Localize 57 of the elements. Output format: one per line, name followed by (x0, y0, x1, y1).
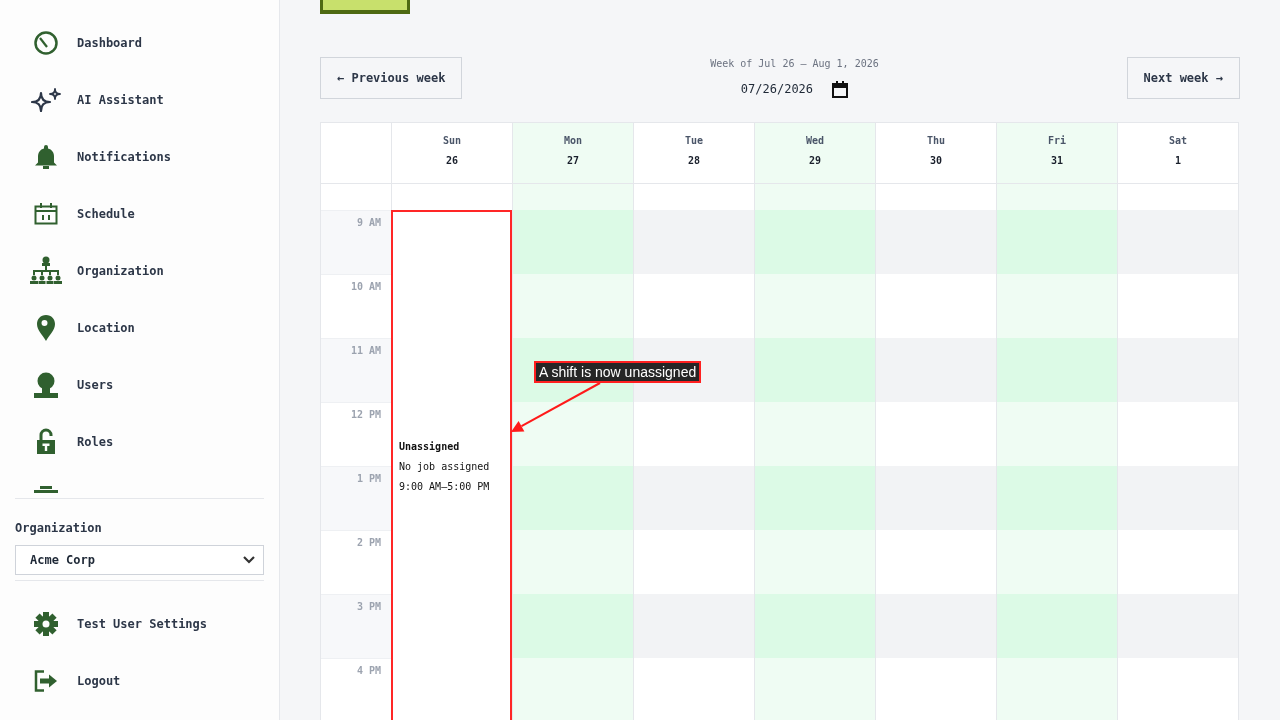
shift-title: Unassigned (399, 439, 461, 454)
organization-select[interactable]: Acme Corp (15, 545, 264, 575)
bell-icon (34, 144, 58, 169)
date-field[interactable]: 07/26/2026 (740, 79, 849, 99)
calendar-icon (34, 202, 58, 225)
day-date: 27 (566, 155, 579, 167)
day-name: Sat (1168, 135, 1188, 147)
time-label: 1 PM (356, 473, 381, 484)
logout-icon (34, 669, 58, 692)
day-date: 28 (687, 155, 700, 167)
nav-link[interactable]: Roles (0, 413, 279, 470)
shift-card[interactable]: Unassigned No job assigned 9:00 AM–5:00 PM (391, 210, 512, 720)
day-name: Sun (442, 135, 462, 147)
settings-icon (34, 611, 58, 636)
previous-week-button[interactable]: ← Previous week (320, 57, 463, 99)
nav-link[interactable]: Notifications (0, 128, 279, 185)
day-name: Fri (1047, 135, 1067, 147)
time-label: 2 PM (356, 537, 381, 548)
sparkle-icon (31, 87, 61, 112)
week-range-label: Week of Jul 26 – Aug 1, 2026 (710, 58, 879, 70)
day-date: 30 (929, 155, 942, 167)
day-name: Thu (926, 135, 946, 147)
nav-link[interactable]: Dashboard (0, 14, 279, 71)
nav-link[interactable]: Test User Settings (0, 595, 279, 652)
nav-link[interactable]: Schedule (0, 185, 279, 242)
nav-link[interactable]: AI Assistant (0, 71, 279, 128)
partial-button[interactable] (320, 0, 410, 14)
nav-link[interactable]: Users (0, 356, 279, 413)
day-name: Mon (563, 135, 583, 147)
time-label: 12 PM (350, 409, 381, 420)
map-pin-icon (36, 313, 56, 342)
nav-link[interactable]: Organization (0, 242, 279, 299)
nav-link[interactable]: Location (0, 299, 279, 356)
nav-link[interactable]: Logout (0, 652, 279, 709)
time-label: 9 AM (356, 217, 381, 228)
day-name: Wed (805, 135, 825, 147)
annotation-label: A shift is now unassigned (534, 361, 702, 383)
org-chart-icon (30, 255, 62, 286)
person-icon (34, 371, 58, 398)
day-date: 31 (1050, 155, 1063, 167)
next-week-button[interactable]: Next week → (1126, 57, 1240, 99)
day-date: 1 (1175, 155, 1181, 167)
day-date: 29 (808, 155, 821, 167)
time-label: 10 AM (350, 281, 381, 292)
time-label: 11 AM (350, 345, 381, 356)
time-label: 3 PM (356, 601, 381, 612)
partial-icon (34, 486, 58, 493)
chevron-down-icon (243, 556, 255, 564)
organization-label: Organization (15, 521, 103, 535)
shift-job: No job assigned (399, 459, 491, 474)
calendar-icon (832, 80, 849, 98)
shift-time: 9:00 AM–5:00 PM (399, 479, 491, 494)
day-date: 26 (445, 155, 458, 167)
padlock-icon (36, 428, 56, 455)
day-name: Tue (684, 135, 704, 147)
gauge-icon (34, 30, 58, 55)
time-label: 4 PM (356, 665, 381, 676)
